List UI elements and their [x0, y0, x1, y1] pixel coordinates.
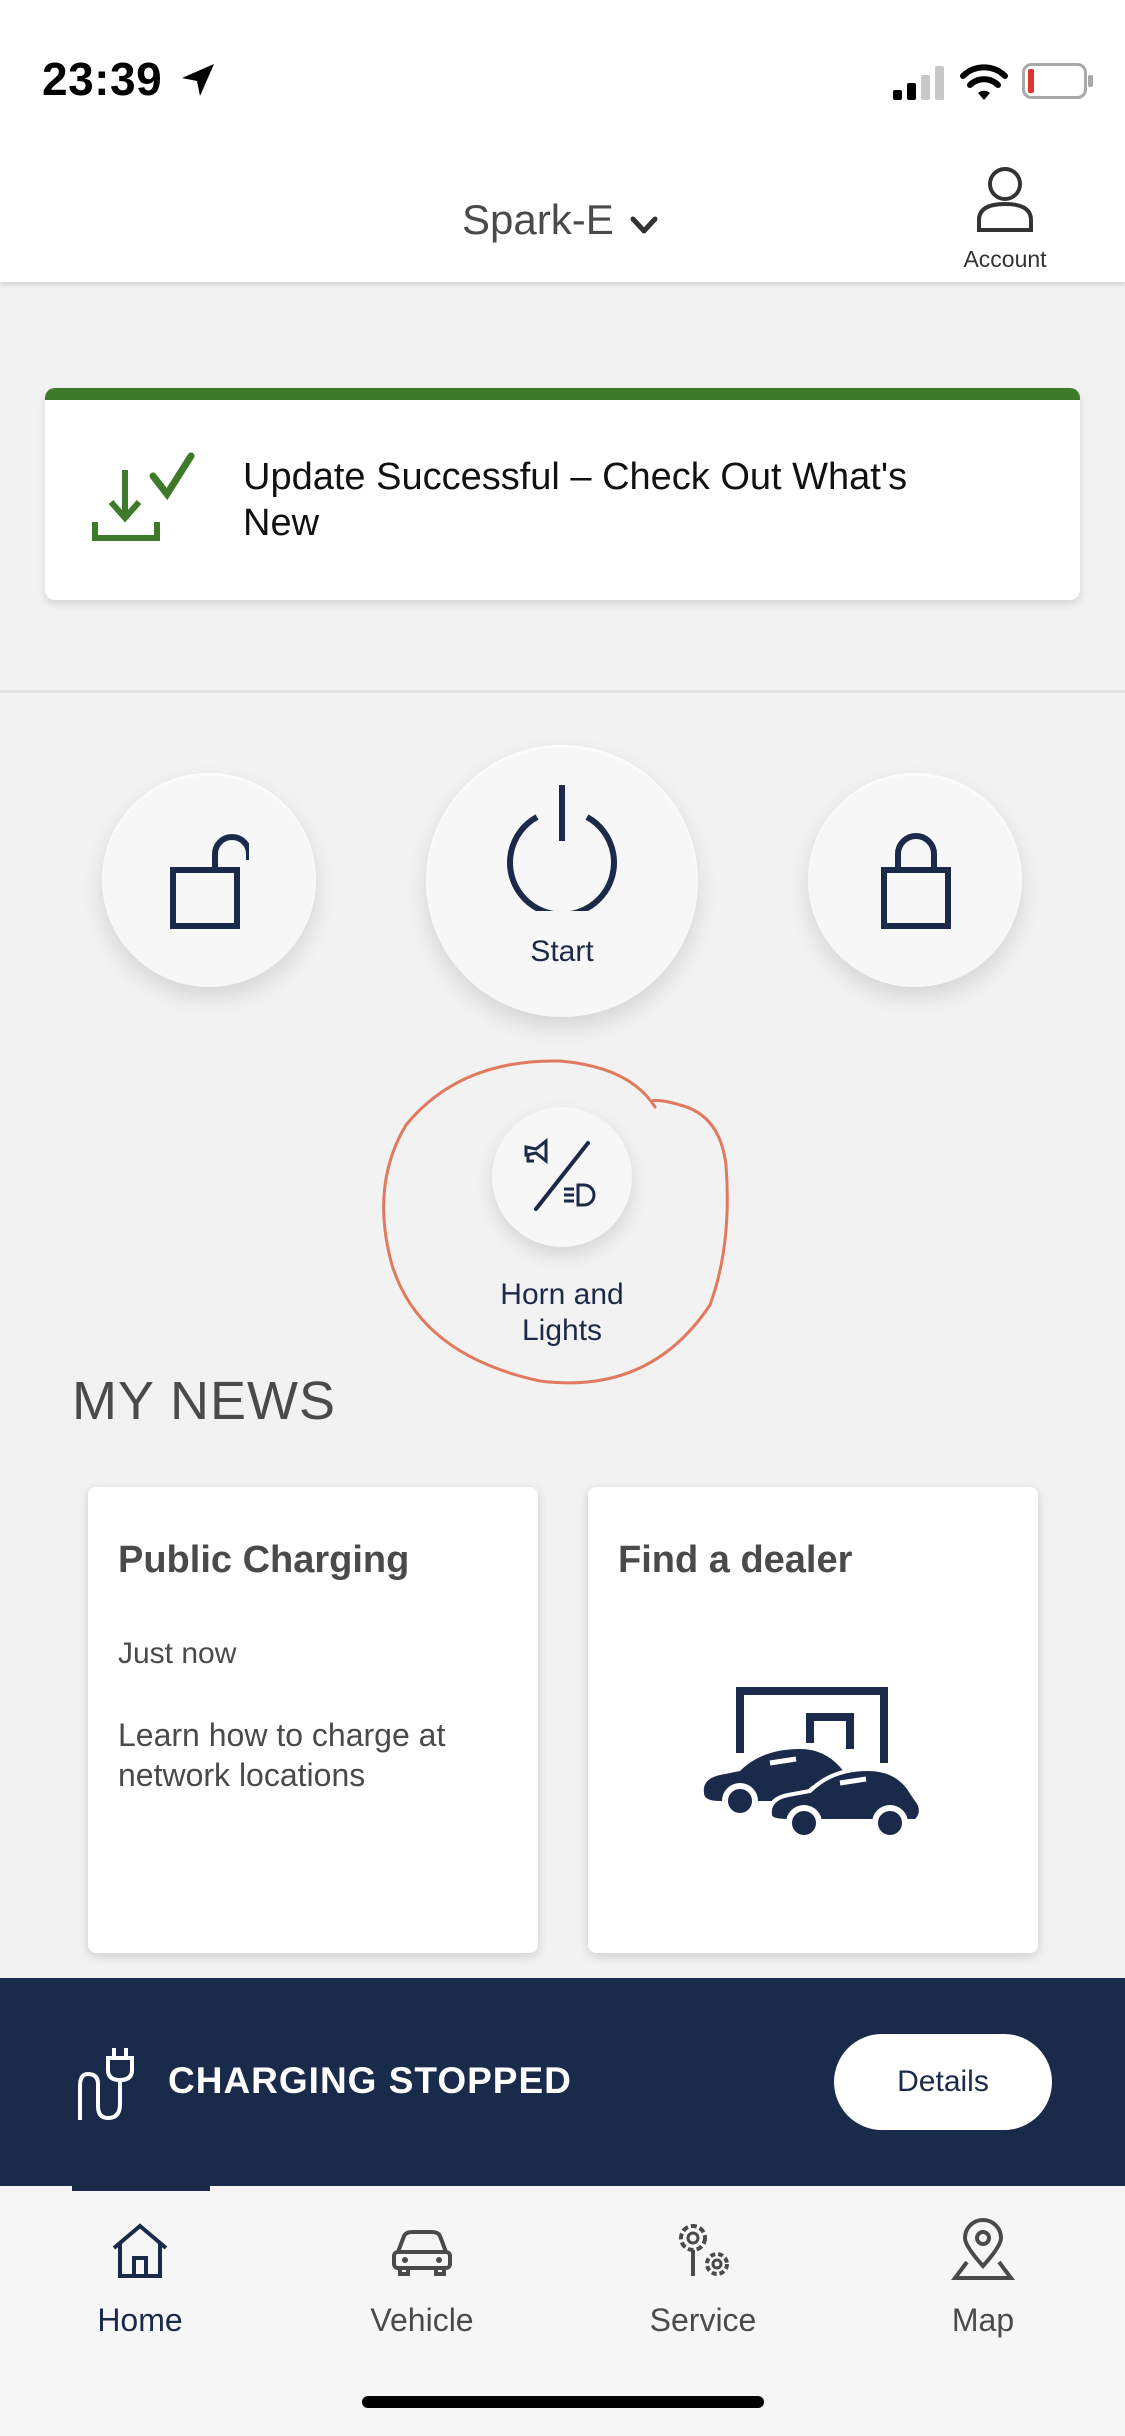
app-header: Spark-E Account [0, 150, 1125, 282]
update-banner-text: Update Successful – Check Out What's New [243, 456, 908, 544]
news-card-find-dealer[interactable]: Find a dealer [588, 1487, 1038, 1953]
start-button[interactable]: Start [426, 745, 698, 1017]
map-pin-icon [951, 2218, 1015, 2280]
person-icon [977, 167, 1033, 232]
news-card-time: Just now [118, 1637, 237, 1670]
home-icon [112, 2223, 168, 2278]
account-label: Account [963, 246, 1047, 272]
charging-status-text: CHARGING STOPPED [168, 2060, 572, 2101]
update-banner[interactable]: Update Successful – Check Out What's New [45, 388, 1080, 600]
chevron-down-icon [630, 216, 658, 234]
account-button[interactable]: Account [950, 162, 1060, 274]
power-icon [507, 785, 617, 911]
dealership-cars-icon [703, 1687, 923, 1839]
nav-tab-vehicle[interactable]: Vehicle [322, 2206, 522, 2346]
location-arrow-icon [182, 64, 214, 96]
active-tab-indicator [72, 2186, 210, 2191]
nav-tab-map[interactable]: Map [883, 2206, 1083, 2346]
unlock-button[interactable] [102, 773, 316, 987]
wifi-icon [960, 64, 1008, 100]
service-gears-icon [679, 2224, 729, 2276]
battery-low-icon [1022, 63, 1093, 99]
news-section-title: MY NEWS [72, 1371, 337, 1431]
cellular-signal-icon [893, 66, 944, 100]
start-label: Start [530, 935, 594, 968]
vehicle-selector[interactable]: Spark-E [462, 190, 662, 250]
lock-icon [881, 833, 951, 929]
nav-label-home: Home [97, 2302, 183, 2338]
nav-label-vehicle: Vehicle [370, 2302, 474, 2338]
news-card-public-charging[interactable]: Public Charging Just now Learn how to ch… [88, 1487, 538, 1953]
status-time: 23:39 [42, 53, 163, 105]
nav-label-map: Map [951, 2302, 1015, 2338]
charging-status-bar: CHARGING STOPPED Details [0, 1978, 1125, 2186]
news-card-title: Find a dealer [618, 1539, 853, 1581]
annotation-circle [382, 1059, 729, 1385]
news-card-body: Learn how to charge at network locations [118, 1717, 446, 1793]
home-indicator[interactable] [362, 2396, 764, 2408]
nav-tab-service[interactable]: Service [603, 2206, 803, 2346]
unlock-icon [170, 834, 249, 929]
lock-button[interactable] [808, 773, 1022, 987]
details-button[interactable]: Details [834, 2034, 1052, 2130]
vehicle-name: Spark-E [462, 196, 614, 243]
download-check-icon [92, 452, 195, 541]
news-card-title: Public Charging [118, 1539, 410, 1581]
charging-plug-icon [78, 2048, 134, 2121]
nav-tab-home[interactable]: Home [40, 2206, 240, 2346]
status-bar: 23:39 [0, 0, 1125, 150]
nav-label-service: Service [649, 2302, 757, 2338]
car-icon [392, 2230, 452, 2276]
